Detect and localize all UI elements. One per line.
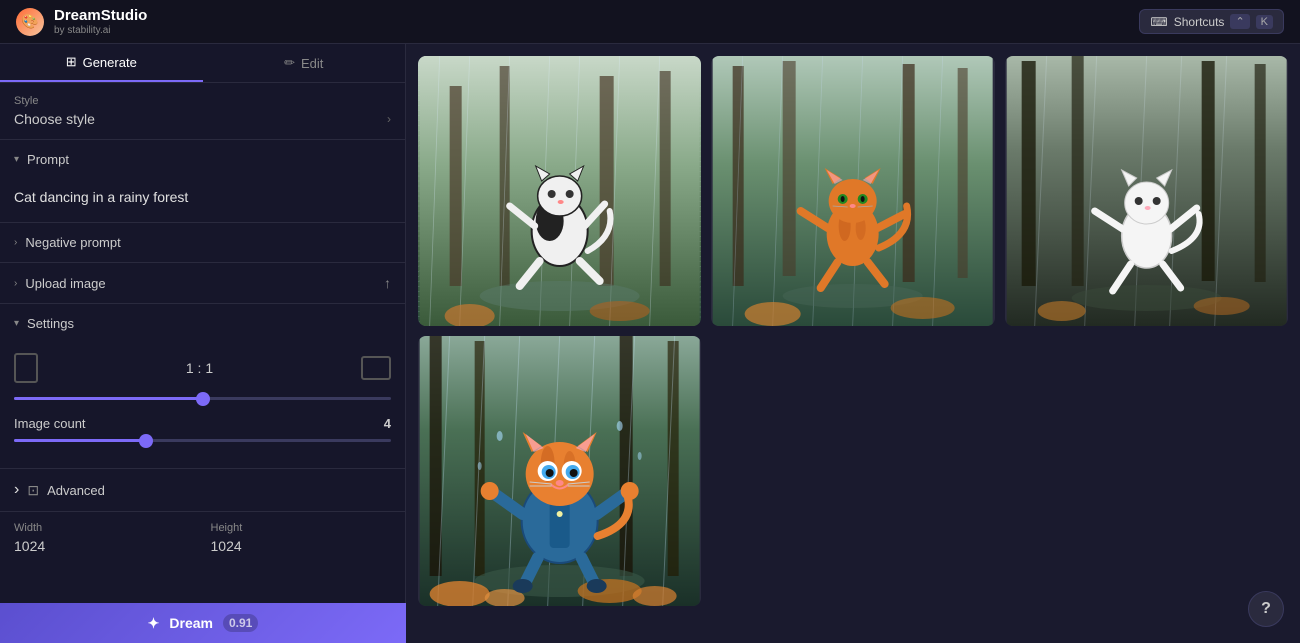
image-2 bbox=[711, 56, 994, 326]
image-count-row: Image count 4 bbox=[14, 416, 391, 431]
width-field: Width 1024 bbox=[14, 522, 195, 554]
prompt-text[interactable]: Cat dancing in a rainy forest bbox=[14, 187, 391, 208]
prompt-title: Prompt bbox=[27, 152, 69, 167]
portrait-aspect-icon bbox=[14, 353, 38, 383]
upload-image-title: Upload image bbox=[25, 276, 105, 291]
dream-button[interactable]: ✦ Dream 0.91 bbox=[0, 603, 406, 643]
prompt-chevron-icon: ▾ bbox=[14, 154, 19, 165]
advanced-chevron-icon: › bbox=[14, 481, 19, 499]
logo-area: 🎨 DreamStudio by stability.ai bbox=[16, 7, 147, 36]
dream-credit: 0.91 bbox=[223, 614, 258, 632]
settings-chevron-icon: ▾ bbox=[14, 318, 19, 329]
prompt-section: ▾ Prompt Cat dancing in a rainy forest bbox=[0, 140, 405, 223]
negative-prompt-section: › Negative prompt bbox=[0, 223, 405, 263]
height-label: Height bbox=[211, 522, 392, 534]
sliders-icon: ⊡ bbox=[27, 482, 39, 499]
negative-prompt-header[interactable]: › Negative prompt bbox=[0, 223, 405, 262]
tab-generate-label: Generate bbox=[83, 55, 137, 70]
image-count-label: Image count bbox=[14, 416, 86, 431]
prompt-header[interactable]: ▾ Prompt bbox=[0, 140, 405, 179]
style-selector[interactable]: Choose style › bbox=[14, 111, 391, 127]
image-count-slider-track bbox=[14, 439, 391, 442]
keyboard-icon: ⌨ bbox=[1150, 15, 1167, 29]
image-gallery bbox=[406, 44, 1300, 643]
image-card-2[interactable] bbox=[711, 56, 994, 326]
logo-icon: 🎨 bbox=[16, 8, 44, 36]
shortcuts-label: Shortcuts bbox=[1174, 15, 1225, 29]
logo-text: DreamStudio by stability.ai bbox=[54, 7, 147, 36]
scene-1 bbox=[418, 56, 701, 326]
image-3 bbox=[1005, 56, 1288, 326]
aspect-ratio-display: 1 : 1 bbox=[48, 360, 351, 376]
image-count-slider-fill bbox=[14, 439, 146, 442]
tab-generate[interactable]: ⊞ Generate bbox=[0, 44, 203, 82]
shortcut-key-k: K bbox=[1256, 15, 1273, 29]
prompt-content: Cat dancing in a rainy forest bbox=[0, 179, 405, 222]
settings-header[interactable]: ▾ Settings bbox=[0, 304, 405, 343]
image-card-4[interactable] bbox=[418, 336, 701, 606]
logo-subtitle: by stability.ai bbox=[54, 25, 147, 36]
image-count-slider-thumb[interactable] bbox=[139, 434, 153, 448]
landscape-aspect-icon bbox=[361, 356, 391, 380]
grid-icon: ⊞ bbox=[66, 54, 77, 70]
upload-image-section: › Upload image ↑ bbox=[0, 263, 405, 304]
help-icon: ? bbox=[1261, 600, 1271, 618]
image-count-value: 4 bbox=[384, 416, 391, 431]
width-value: 1024 bbox=[14, 538, 195, 554]
header: 🎨 DreamStudio by stability.ai ⌨ Shortcut… bbox=[0, 0, 1300, 44]
pencil-icon: ✏ bbox=[284, 55, 295, 71]
height-value: 1024 bbox=[211, 538, 392, 554]
settings-title: Settings bbox=[27, 316, 74, 331]
height-field: Height 1024 bbox=[211, 522, 392, 554]
sidebar: ⊞ Generate ✏ Edit Style Choose style › ▾… bbox=[0, 44, 406, 643]
dream-icon: ✦ bbox=[148, 615, 160, 632]
scene-4-svg bbox=[418, 336, 701, 606]
shortcuts-button[interactable]: ⌨ Shortcuts ⌃ K bbox=[1139, 9, 1284, 34]
style-label: Style bbox=[14, 95, 391, 107]
dimensions-row: Width 1024 Height 1024 bbox=[0, 512, 405, 564]
tab-edit[interactable]: ✏ Edit bbox=[203, 44, 406, 82]
tab-edit-label: Edit bbox=[301, 56, 323, 71]
aspect-slider-fill bbox=[14, 397, 203, 400]
settings-content: 1 : 1 Image count 4 bbox=[0, 343, 405, 468]
scene-3-svg bbox=[1005, 56, 1288, 326]
negative-prompt-title: Negative prompt bbox=[25, 235, 120, 250]
negative-prompt-chevron-icon: › bbox=[14, 237, 17, 248]
image-card-3[interactable] bbox=[1005, 56, 1288, 326]
chevron-right-icon: › bbox=[387, 112, 391, 126]
image-4 bbox=[418, 336, 701, 606]
upload-chevron-icon: › bbox=[14, 278, 17, 289]
style-section: Style Choose style › bbox=[0, 83, 405, 140]
scene-1-svg bbox=[418, 56, 701, 326]
scene-2-svg bbox=[711, 56, 994, 326]
upload-icon[interactable]: ↑ bbox=[384, 275, 391, 291]
advanced-section: › ⊡ Advanced bbox=[0, 469, 405, 512]
advanced-title: Advanced bbox=[47, 483, 105, 498]
upload-image-header[interactable]: › Upload image ↑ bbox=[0, 263, 405, 303]
help-button[interactable]: ? bbox=[1248, 591, 1284, 627]
main-layout: ⊞ Generate ✏ Edit Style Choose style › ▾… bbox=[0, 44, 1300, 643]
aspect-ratio-row: 1 : 1 bbox=[14, 353, 391, 383]
dream-label: Dream bbox=[169, 615, 213, 631]
style-value: Choose style bbox=[14, 111, 95, 127]
width-label: Width bbox=[14, 522, 195, 534]
advanced-header[interactable]: › ⊡ Advanced bbox=[0, 469, 405, 511]
tab-bar: ⊞ Generate ✏ Edit bbox=[0, 44, 405, 83]
logo-title: DreamStudio bbox=[54, 7, 147, 25]
shortcut-key-ctrl: ⌃ bbox=[1230, 14, 1249, 29]
image-card-1[interactable] bbox=[418, 56, 701, 326]
image-count-slider[interactable] bbox=[14, 439, 391, 442]
aspect-slider-track bbox=[14, 397, 391, 400]
image-1 bbox=[418, 56, 701, 326]
settings-section: ▾ Settings 1 : 1 bbox=[0, 304, 405, 469]
aspect-slider-thumb[interactable] bbox=[196, 392, 210, 406]
image-grid bbox=[418, 56, 1288, 606]
aspect-ratio-slider[interactable] bbox=[14, 397, 391, 400]
